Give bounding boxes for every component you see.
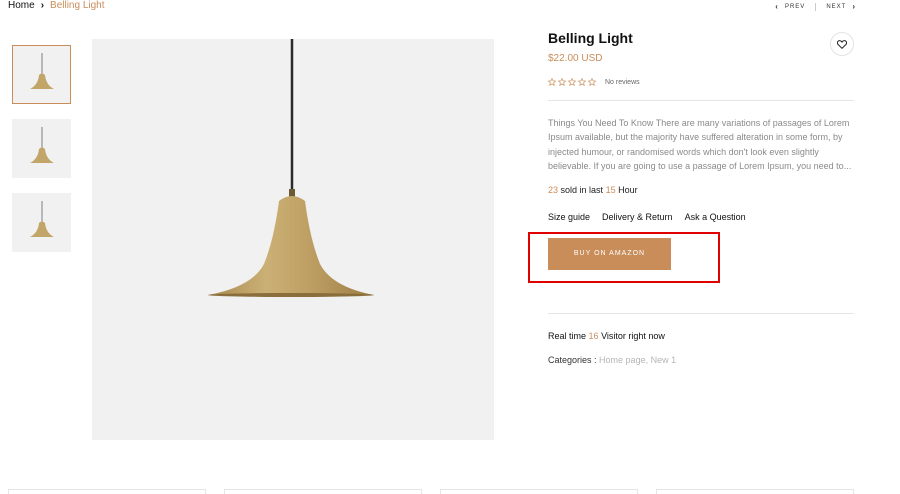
star-icon[interactable] — [568, 78, 576, 86]
bottom-tab[interactable] — [224, 489, 422, 494]
visitor-prefix: Real time — [548, 331, 587, 341]
pendant-lamp-image — [29, 52, 54, 89]
breadcrumb-home-link[interactable]: Home — [8, 0, 35, 11]
pager-divider — [815, 2, 817, 11]
prev-product-link[interactable]: ‹ PREV — [775, 2, 805, 11]
categories-values[interactable]: Home page, New 1 — [599, 355, 676, 365]
reviews-count[interactable]: No reviews — [605, 79, 640, 86]
divider — [548, 100, 854, 101]
heart-icon — [837, 39, 847, 49]
sold-hour-label: Hour — [618, 184, 638, 195]
categories-label: Categories : — [548, 355, 597, 365]
product-info: Belling Light $22.00 USD No reviews Thin… — [528, 30, 854, 365]
visitor-suffix: Visitor right now — [601, 331, 665, 341]
prev-label: PREV — [784, 3, 806, 10]
product-price: $22.00 USD — [548, 53, 603, 64]
sold-hours: 15 — [605, 184, 616, 195]
sold-count: 23 — [548, 184, 559, 195]
star-icon[interactable] — [558, 78, 566, 86]
main-product-image[interactable] — [92, 39, 494, 440]
delivery-return-link[interactable]: Delivery & Return — [602, 212, 673, 222]
star-icon[interactable] — [548, 78, 556, 86]
chevron-right-icon: › — [852, 2, 856, 11]
rating: No reviews — [548, 78, 854, 86]
bottom-tab[interactable] — [8, 489, 206, 494]
pendant-lamp-image — [29, 126, 54, 163]
product-title: Belling Light — [548, 30, 633, 46]
breadcrumb: Home › Belling Light — [8, 0, 105, 11]
divider — [548, 313, 854, 314]
product-links: Size guide Delivery & Return Ask a Quest… — [548, 212, 854, 222]
size-guide-link[interactable]: Size guide — [548, 212, 590, 222]
categories: Categories : Home page, New 1 — [548, 355, 676, 365]
sold-counter: 23 sold in last 15 Hour — [548, 185, 854, 195]
buy-button-area: BUY ON AMAZON — [528, 231, 854, 287]
pendant-lamp-image — [29, 200, 54, 237]
sold-text: sold in last — [560, 184, 604, 195]
product-description: Things You Need To Know There are many v… — [548, 118, 852, 172]
wishlist-button[interactable] — [830, 32, 854, 56]
thumbnail-3[interactable] — [12, 193, 71, 252]
visitor-count: 16 — [588, 331, 599, 341]
ask-question-link[interactable]: Ask a Question — [685, 212, 746, 222]
buy-on-amazon-button[interactable]: BUY ON AMAZON — [548, 237, 671, 270]
star-icon[interactable] — [588, 78, 596, 86]
thumbnail-list — [12, 45, 71, 267]
thumbnail-2[interactable] — [12, 119, 71, 178]
chevron-right-icon: › — [40, 0, 45, 11]
product-pager: ‹ PREV NEXT › — [775, 2, 856, 11]
pendant-lamp-image — [208, 39, 374, 297]
bottom-tab[interactable] — [440, 489, 638, 494]
breadcrumb-current: Belling Light — [50, 0, 105, 11]
bottom-tab[interactable] — [656, 489, 854, 494]
thumbnail-1[interactable] — [12, 45, 71, 104]
chevron-left-icon: ‹ — [775, 2, 779, 11]
visitor-counter: Real time 16 Visitor right now — [548, 331, 665, 341]
bottom-tabs — [8, 489, 854, 494]
star-icon[interactable] — [578, 78, 586, 86]
next-product-link[interactable]: NEXT › — [826, 2, 856, 11]
next-label: NEXT — [826, 3, 847, 10]
